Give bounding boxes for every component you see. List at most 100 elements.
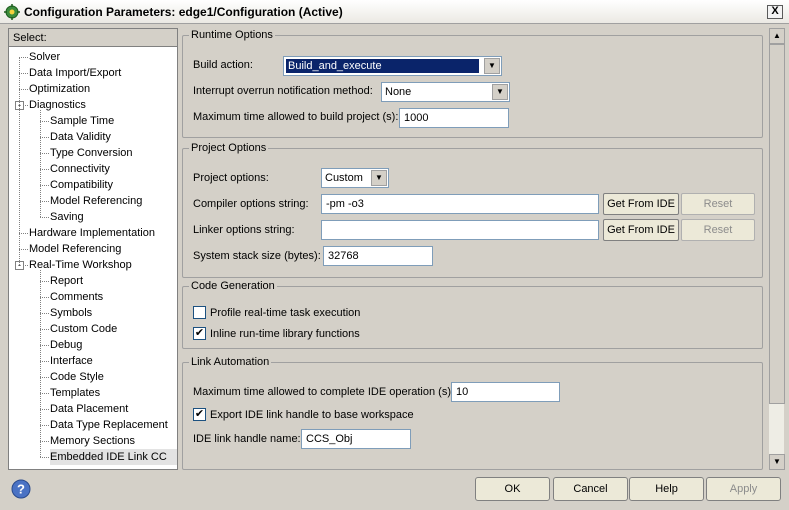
tree-item[interactable]: Model Referencing — [29, 241, 177, 257]
tree-item[interactable]: Sample Time — [50, 113, 177, 129]
inline-checkbox[interactable]: ✔ — [193, 327, 206, 340]
tree-item[interactable]: Debug — [50, 337, 177, 353]
compiler-get-from-ide-button[interactable]: Get From IDE — [603, 193, 679, 215]
tree-item-label: Report — [50, 275, 84, 287]
linker-options-input[interactable] — [321, 220, 599, 240]
tree-item-label: Embedded IDE Link CC — [50, 451, 167, 463]
linker-reset-button[interactable]: Reset — [681, 219, 755, 241]
export-handle-checkbox[interactable]: ✔ — [193, 408, 206, 421]
build-action-select[interactable]: Build_and_execute ▼ — [283, 56, 502, 76]
linker-get-from-ide-button[interactable]: Get From IDE — [603, 219, 679, 241]
tree-item[interactable]: Compatibility — [50, 177, 177, 193]
tree-item[interactable]: Hardware Implementation — [29, 225, 177, 241]
vertical-scrollbar[interactable]: ▲ ▼ — [768, 28, 785, 470]
tree-item-label: Connectivity — [50, 163, 110, 175]
interrupt-select[interactable]: None ▼ — [381, 82, 510, 102]
tree-connector — [19, 57, 28, 58]
tree-item[interactable]: Data Placement — [50, 401, 177, 417]
tree-item-label: Model Referencing — [50, 195, 143, 207]
tree-connector — [40, 409, 49, 410]
chevron-down-icon[interactable]: ▼ — [492, 84, 508, 100]
tree-item-label: Interface — [50, 355, 93, 367]
tree-item[interactable]: Optimization — [29, 81, 177, 97]
scroll-up-icon[interactable]: ▲ — [769, 28, 785, 44]
tree-connector — [40, 377, 49, 378]
project-options-value: Custom — [325, 172, 363, 184]
tree-item[interactable]: Type Conversion — [50, 145, 177, 161]
tree-item[interactable]: Saving — [50, 209, 177, 225]
compiler-options-input[interactable]: -pm -o3 — [321, 194, 599, 214]
tree-item[interactable]: Data Validity — [50, 129, 177, 145]
tree-item-label: Symbols — [50, 307, 93, 319]
stack-size-label: System stack size (bytes): — [193, 250, 321, 262]
apply-button[interactable]: Apply — [706, 477, 781, 501]
tree-item[interactable]: Data Import/Export — [29, 65, 177, 81]
stack-size-input[interactable]: 32768 — [323, 246, 433, 266]
close-button[interactable]: X — [767, 5, 783, 19]
tree-connector — [19, 249, 28, 250]
max-ide-time-input[interactable]: 10 — [451, 382, 560, 402]
help-button[interactable]: Help — [629, 477, 704, 501]
checkmark-icon: ✔ — [194, 408, 205, 420]
content-panel: Runtime Options Build action: Build_and_… — [180, 28, 766, 470]
tree-item-label: Optimization — [29, 83, 91, 95]
tree-item-label: Debug — [50, 339, 83, 351]
checkmark-icon: ✔ — [194, 327, 205, 339]
build-action-value: Build_and_execute — [286, 59, 479, 73]
tree-item[interactable]: Diagnostics — [29, 97, 177, 113]
tree-item[interactable]: Connectivity — [50, 161, 177, 177]
chevron-down-icon[interactable]: ▼ — [484, 58, 500, 74]
tree-item-label: Memory Sections — [50, 435, 135, 447]
tree-item[interactable]: Data Type Replacement — [50, 417, 177, 433]
tree-item-label: Data Placement — [50, 403, 129, 415]
tree-item[interactable]: Comments — [50, 289, 177, 305]
linker-options-label: Linker options string: — [193, 224, 295, 236]
tree-item-label: Real-Time Workshop — [29, 259, 132, 271]
tree-item-label: Data Import/Export — [29, 67, 122, 79]
tree-item[interactable]: Report — [50, 273, 177, 289]
tree-item[interactable]: Model Referencing — [50, 193, 177, 209]
profile-checkbox[interactable] — [193, 306, 206, 319]
tree-connector — [40, 201, 49, 202]
tree-item[interactable]: Real-Time Workshop — [29, 257, 177, 273]
project-options-group: Project Options Project options: Custom … — [182, 142, 763, 278]
max-build-time-label: Maximum time allowed to build project (s… — [193, 111, 399, 123]
tree-item-label: Data Type Replacement — [50, 419, 168, 431]
tree-connector — [40, 137, 49, 138]
tree-item-label: Hardware Implementation — [29, 227, 155, 239]
tree-item[interactable]: Symbols — [50, 305, 177, 321]
tree-item-label: Model Referencing — [29, 243, 122, 255]
group-title: Code Generation — [189, 280, 277, 292]
ok-button[interactable]: OK — [475, 477, 550, 501]
tree-item-label: Diagnostics — [29, 99, 86, 111]
tree-item[interactable]: Interface — [50, 353, 177, 369]
tree-item[interactable]: Solver — [29, 49, 177, 65]
max-build-time-input[interactable]: 1000 — [399, 108, 509, 128]
interrupt-value: None — [385, 86, 412, 98]
tree-header: Select: — [9, 29, 177, 47]
tree-item-label: Saving — [50, 211, 84, 223]
tree-item-label: Data Validity — [50, 131, 111, 143]
handle-name-input[interactable]: CCS_Obj — [301, 429, 411, 449]
tree-connector — [40, 361, 49, 362]
tree-item[interactable]: Memory Sections — [50, 433, 177, 449]
tree-connector — [19, 89, 28, 90]
code-generation-group: Code Generation Profile real-time task e… — [182, 280, 763, 349]
runtime-options-group: Runtime Options Build action: Build_and_… — [182, 29, 763, 138]
cancel-button[interactable]: Cancel — [553, 477, 628, 501]
interrupt-label: Interrupt overrun notification method: — [193, 85, 373, 97]
project-options-select[interactable]: Custom ▼ — [321, 168, 389, 188]
tree-item[interactable]: Embedded IDE Link CC — [50, 449, 177, 465]
group-title: Runtime Options — [189, 29, 275, 41]
tree-item[interactable]: Code Style — [50, 369, 177, 385]
compiler-reset-button[interactable]: Reset — [681, 193, 755, 215]
svg-text:?: ? — [17, 482, 25, 497]
tree-item[interactable]: Templates — [50, 385, 177, 401]
chevron-down-icon[interactable]: ▼ — [371, 170, 387, 186]
scroll-thumb[interactable] — [769, 44, 785, 404]
compiler-options-label: Compiler options string: — [193, 198, 309, 210]
scroll-down-icon[interactable]: ▼ — [769, 454, 785, 470]
tree-item[interactable]: Custom Code — [50, 321, 177, 337]
tree-connector — [19, 73, 28, 74]
help-icon[interactable]: ? — [11, 479, 31, 499]
